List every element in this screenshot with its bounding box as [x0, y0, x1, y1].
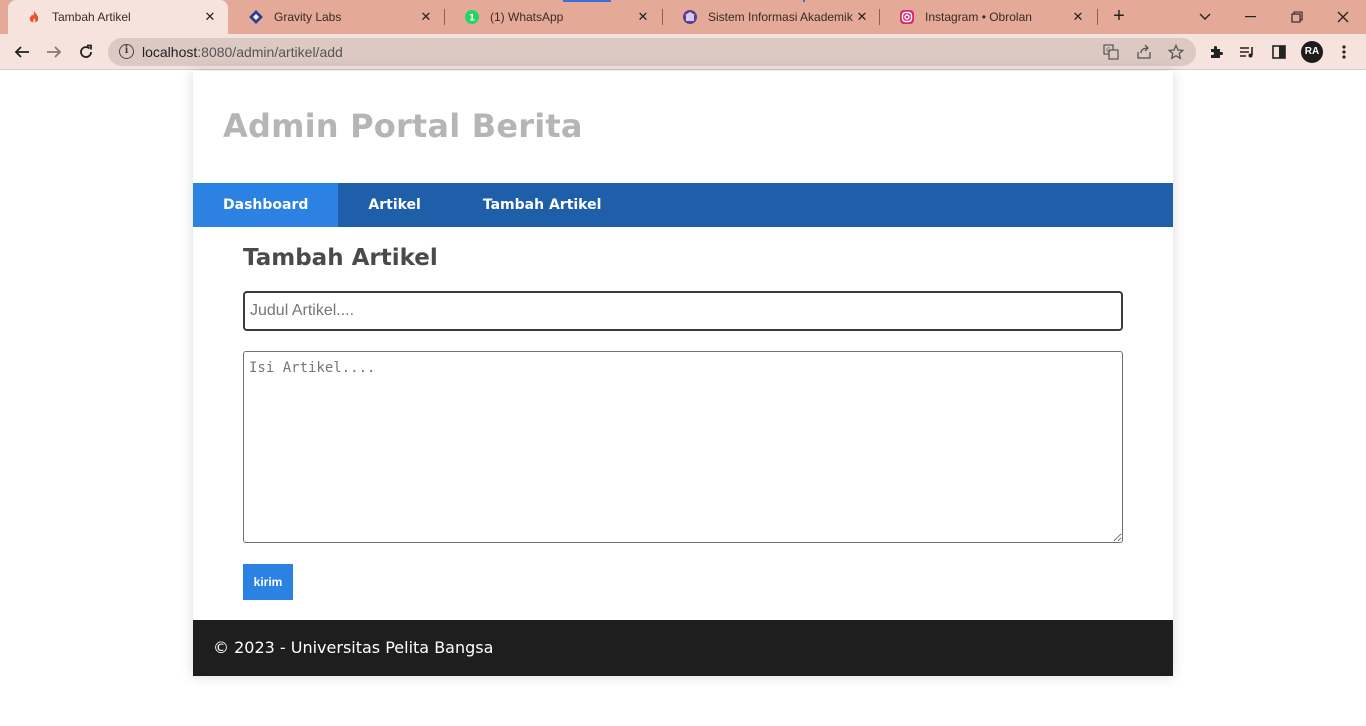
university-logo-icon [682, 9, 698, 25]
translate-icon[interactable]: G [1102, 43, 1120, 61]
tab-gravity-labs[interactable]: Gravity Labs ✕ [230, 0, 444, 34]
browser-tab-strip: Tambah Artikel ✕ Gravity Labs ✕ 1 (1) Wh… [0, 0, 1366, 34]
nav-item-tambah-artikel[interactable]: Tambah Artikel [453, 183, 634, 227]
site-title: Admin Portal Berita [223, 107, 583, 145]
page-container: Admin Portal Berita Dashboard Artikel Ta… [193, 71, 1173, 676]
form-heading: Tambah Artikel [243, 245, 438, 271]
forward-arrow-icon[interactable] [41, 39, 67, 65]
nav-item-dashboard[interactable]: Dashboard [193, 183, 339, 227]
close-window-icon[interactable] [1331, 5, 1355, 29]
tab-title: Sistem Informasi Akademik [708, 10, 853, 24]
close-icon[interactable]: ✕ [202, 9, 218, 25]
tab-separator [1097, 9, 1098, 25]
close-icon[interactable]: ✕ [635, 9, 651, 25]
instagram-icon [899, 9, 915, 25]
restore-icon[interactable] [1285, 5, 1309, 29]
tab-search-chevron-icon[interactable] [1193, 5, 1217, 29]
side-panel-icon[interactable] [1269, 42, 1289, 62]
url-text[interactable]: localhost:8080/admin/artikel/add [142, 44, 343, 60]
page-footer: © 2023 - Universitas Pelita Bangsa [193, 620, 1173, 676]
reload-icon[interactable] [73, 39, 99, 65]
svg-text:1: 1 [469, 14, 475, 24]
article-body-textarea[interactable] [243, 351, 1123, 543]
share-icon[interactable] [1135, 43, 1153, 61]
close-icon[interactable]: ✕ [1070, 9, 1086, 25]
page-viewport: Admin Portal Berita Dashboard Artikel Ta… [0, 71, 1366, 726]
extensions-puzzle-icon[interactable] [1206, 42, 1226, 62]
tab-tambah-artikel[interactable]: Tambah Artikel ✕ [8, 0, 228, 34]
tab-instagram[interactable]: Instagram • Obrolan ✕ [881, 0, 1096, 34]
tab-sistem-informasi-akademik[interactable]: Sistem Informasi Akademik ✕ [664, 0, 880, 34]
tab-title: (1) WhatsApp [490, 10, 564, 24]
site-info-icon[interactable]: i [119, 44, 134, 59]
browser-toolbar: i localhost:8080/admin/artikel/add G RA [0, 34, 1366, 70]
main-nav: Dashboard Artikel Tambah Artikel [193, 183, 1173, 227]
tab-title: Gravity Labs [274, 10, 342, 24]
new-tab-button[interactable]: + [1108, 6, 1130, 28]
article-title-input[interactable] [243, 291, 1123, 331]
media-queue-icon[interactable] [1237, 42, 1257, 62]
more-menu-icon[interactable] [1334, 42, 1354, 62]
codeigniter-flame-icon [26, 9, 42, 25]
bookmark-star-icon[interactable] [1167, 43, 1185, 61]
svg-text:G: G [1106, 47, 1111, 54]
minimize-icon[interactable] [1239, 5, 1263, 29]
submit-button[interactable]: kirim [243, 564, 293, 600]
tab-whatsapp[interactable]: 1 (1) WhatsApp ✕ [446, 0, 661, 34]
tab-title: Tambah Artikel [52, 10, 131, 24]
gravity-diamond-icon [248, 9, 264, 25]
close-icon[interactable]: ✕ [418, 9, 434, 25]
tab-separator [662, 9, 663, 25]
close-icon[interactable]: ✕ [854, 9, 870, 25]
whatsapp-icon: 1 [464, 9, 480, 25]
nav-item-artikel[interactable]: Artikel [338, 183, 452, 227]
back-arrow-icon[interactable] [9, 39, 35, 65]
address-bar[interactable]: i localhost:8080/admin/artikel/add G [108, 38, 1196, 66]
tab-separator [444, 9, 445, 25]
tab-title: Instagram • Obrolan [925, 10, 1032, 24]
tab-separator [879, 9, 880, 25]
profile-avatar[interactable]: RA [1301, 41, 1323, 63]
